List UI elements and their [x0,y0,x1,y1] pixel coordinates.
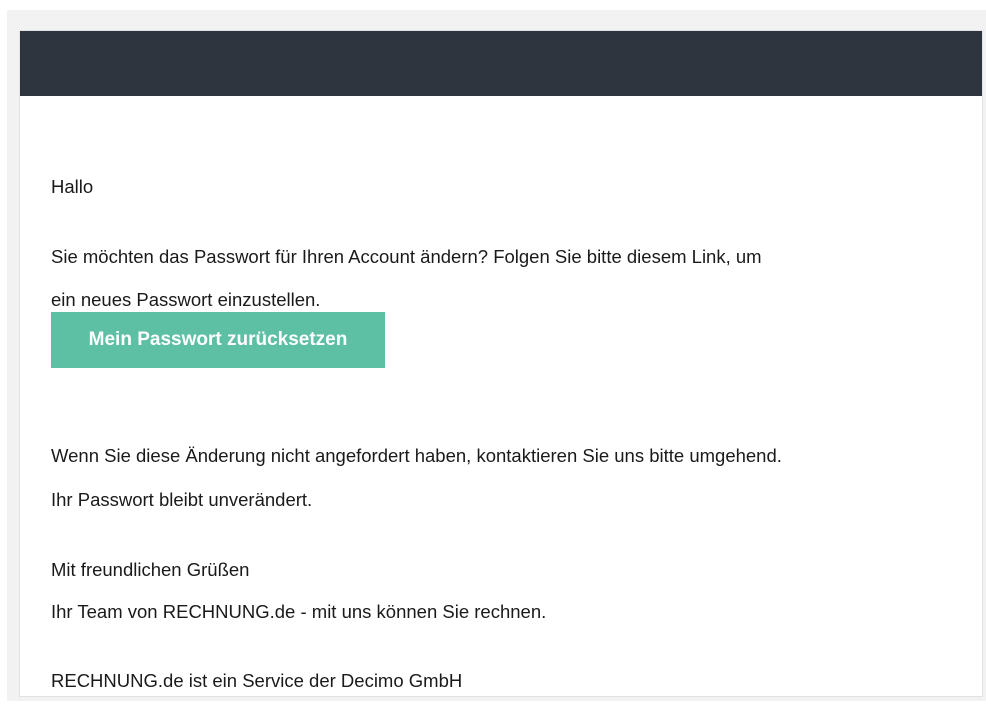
warning-text-line-1: Wenn Sie diese Änderung nicht angeforder… [51,445,782,466]
greeting-text: Hallo [51,176,94,197]
email-viewport: Hallo Sie möchten das Passwort für Ihren… [7,10,986,701]
email-header-bar [20,31,982,96]
reset-password-button[interactable]: Mein Passwort zurücksetzen [51,312,385,368]
intro-text-line-1: Sie möchten das Passwort für Ihren Accou… [51,246,762,267]
signoff-text: Mit freundlichen Grüßen [51,559,250,580]
footer-text: RECHNUNG.de ist ein Service der Decimo G… [51,670,463,691]
warning-text-line-2: Ihr Passwort bleibt unverändert. [51,489,313,510]
email-card: Hallo Sie möchten das Passwort für Ihren… [19,30,983,697]
team-signature-text: Ihr Team von RECHNUNG.de - mit uns könne… [51,601,547,622]
